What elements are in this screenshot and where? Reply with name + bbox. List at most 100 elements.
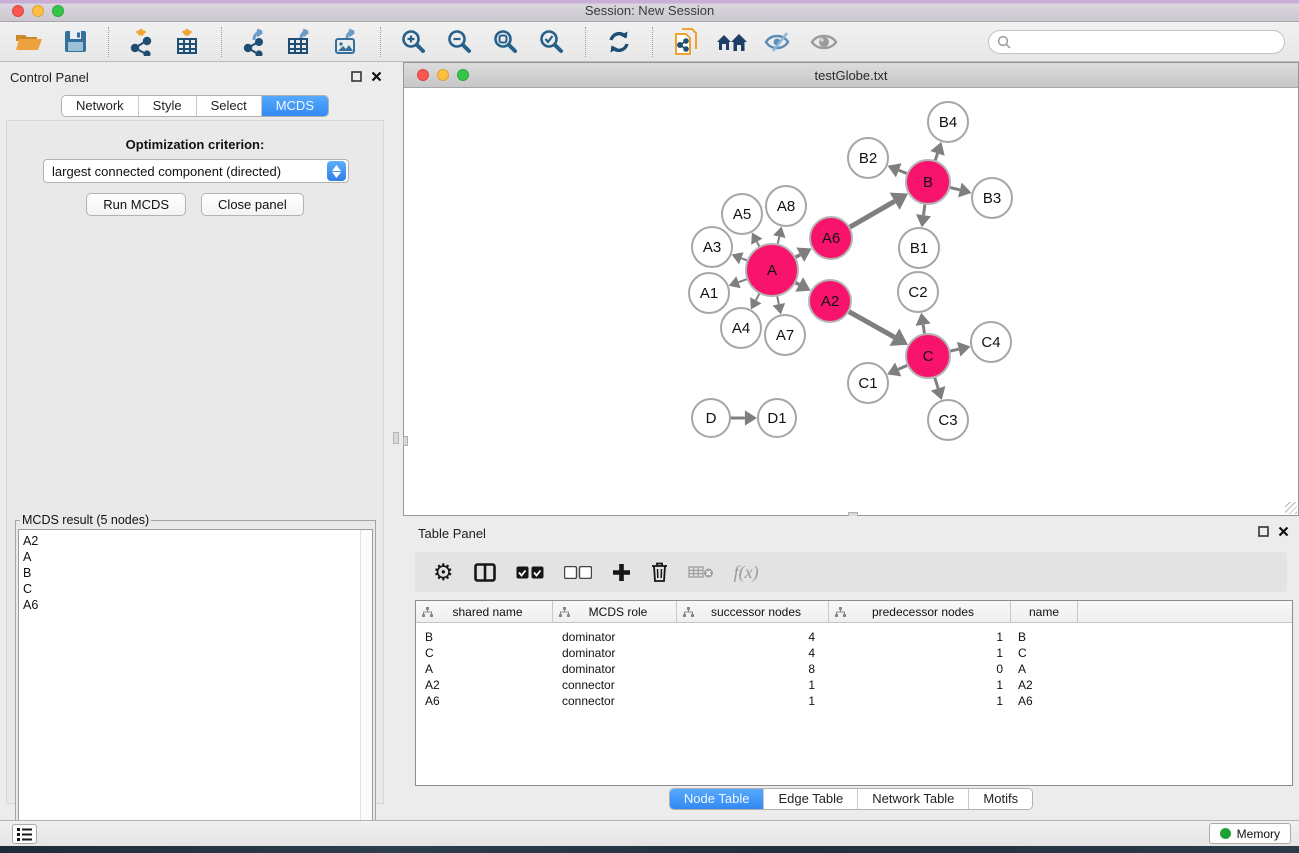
mcds-result-list[interactable]: A2ABCA6 <box>18 529 373 853</box>
graph-node-B3[interactable]: B3 <box>972 178 1012 218</box>
column-header-successor-nodes[interactable]: successor nodes <box>677 601 829 622</box>
column-header-predecessor-nodes[interactable]: predecessor nodes <box>829 601 1011 622</box>
run-mcds-button[interactable]: Run MCDS <box>86 193 186 216</box>
float-panel-icon[interactable] <box>351 71 362 82</box>
table-cell[interactable]: 8 <box>677 661 829 677</box>
splitter-grip[interactable] <box>393 432 399 444</box>
table-cell[interactable]: C <box>1011 645 1078 661</box>
zoom-in-button[interactable] <box>395 25 433 59</box>
graph-node-B4[interactable]: B4 <box>928 102 968 142</box>
tab-node-table[interactable]: Node Table <box>670 789 765 809</box>
graph-node-A6[interactable]: A6 <box>810 217 852 259</box>
tab-style[interactable]: Style <box>139 96 197 116</box>
graph-node-B[interactable]: B <box>906 160 950 204</box>
select-all-columns-button[interactable] <box>516 556 544 588</box>
graph-node-B2[interactable]: B2 <box>848 138 888 178</box>
graph-node-C2[interactable]: C2 <box>898 272 938 312</box>
table-cell[interactable]: 1 <box>829 629 1011 645</box>
graph-node-D[interactable]: D <box>692 399 730 437</box>
table-cell[interactable]: A2 <box>416 677 553 693</box>
zoom-selected-button[interactable] <box>533 25 571 59</box>
show-columns-button[interactable] <box>474 556 496 588</box>
graph-node-C4[interactable]: C4 <box>971 322 1011 362</box>
zoom-network-button[interactable] <box>457 69 469 81</box>
minimize-window-button[interactable] <box>32 5 44 17</box>
tab-network-table[interactable]: Network Table <box>858 789 969 809</box>
import-network-button[interactable] <box>123 25 161 59</box>
mcds-result-item[interactable]: A <box>23 549 372 565</box>
table-cell[interactable]: connector <box>553 677 677 693</box>
export-table-button[interactable] <box>282 25 320 59</box>
graph-node-C[interactable]: C <box>906 334 950 378</box>
graph-node-D1[interactable]: D1 <box>758 399 796 437</box>
table-row[interactable]: A6connector11A6 <box>416 693 1292 709</box>
mcds-result-item[interactable]: A2 <box>23 533 372 549</box>
table-cell[interactable]: dominator <box>553 645 677 661</box>
delete-column-button[interactable] <box>651 556 668 588</box>
export-network-button[interactable] <box>236 25 274 59</box>
table-cell[interactable]: 1 <box>677 693 829 709</box>
window-edge-grip[interactable] <box>403 436 408 446</box>
table-cell[interactable]: B <box>416 629 553 645</box>
table-cell[interactable]: B <box>1011 629 1078 645</box>
table-cell[interactable]: A6 <box>416 693 553 709</box>
table-cell[interactable]: A6 <box>1011 693 1078 709</box>
close-window-button[interactable] <box>12 5 24 17</box>
show-all-networks-button[interactable] <box>713 25 751 59</box>
delete-table-button[interactable] <box>688 556 714 588</box>
table-row[interactable]: Bdominator41B <box>416 629 1292 645</box>
zoom-fit-button[interactable] <box>487 25 525 59</box>
memory-button[interactable]: Memory <box>1209 823 1291 844</box>
table-cell[interactable]: connector <box>553 693 677 709</box>
table-cell[interactable]: 4 <box>677 645 829 661</box>
table-cell[interactable]: A <box>416 661 553 677</box>
column-header-shared-name[interactable]: shared name <box>416 601 553 622</box>
search-box[interactable] <box>988 30 1285 54</box>
graph-node-A5[interactable]: A5 <box>722 194 762 234</box>
open-session-button[interactable] <box>10 25 48 59</box>
tab-motifs[interactable]: Motifs <box>969 789 1032 809</box>
clone-network-button[interactable] <box>667 25 705 59</box>
network-canvas[interactable]: AA6A2BCA5A8A3A1A4A7B4B2B3B1C2C4C1C3DD1 <box>404 88 1298 515</box>
graph-node-A4[interactable]: A4 <box>721 308 761 348</box>
graph-node-A2[interactable]: A2 <box>809 280 851 322</box>
float-panel-icon[interactable] <box>1258 526 1269 537</box>
create-column-button[interactable] <box>612 556 631 588</box>
zoom-window-button[interactable] <box>52 5 64 17</box>
table-cell[interactable]: dominator <box>553 661 677 677</box>
graph-node-A[interactable]: A <box>746 244 798 296</box>
table-row[interactable]: A2connector11A2 <box>416 677 1292 693</box>
table-cell[interactable]: 4 <box>677 629 829 645</box>
table-cell[interactable]: 1 <box>829 645 1011 661</box>
graph-node-A1[interactable]: A1 <box>689 273 729 313</box>
graph-node-A3[interactable]: A3 <box>692 227 732 267</box>
import-table-button[interactable] <box>169 25 207 59</box>
zoom-out-button[interactable] <box>441 25 479 59</box>
graph-edge-A2-C[interactable] <box>847 311 894 337</box>
tab-select[interactable]: Select <box>197 96 262 116</box>
network-window-titlebar[interactable]: testGlobe.txt <box>404 63 1298 88</box>
table-row[interactable]: Cdominator41C <box>416 645 1292 661</box>
panel-splitter[interactable] <box>390 62 403 820</box>
tab-network[interactable]: Network <box>62 96 139 116</box>
criterion-select[interactable]: largest connected component (directed) <box>43 159 349 183</box>
table-options-button[interactable]: ⚙ <box>433 556 454 588</box>
table-row[interactable]: Adominator80A <box>416 661 1292 677</box>
tab-edge-table[interactable]: Edge Table <box>764 789 858 809</box>
graph-node-A8[interactable]: A8 <box>766 186 806 226</box>
minimize-network-button[interactable] <box>437 69 449 81</box>
unselect-all-columns-button[interactable] <box>564 556 592 588</box>
main-titlebar[interactable]: Session: New Session <box>0 0 1299 22</box>
export-image-button[interactable] <box>328 25 366 59</box>
table-cell[interactable]: C <box>416 645 553 661</box>
column-header-mcds-role[interactable]: MCDS role <box>553 601 677 622</box>
refresh-button[interactable] <box>600 25 638 59</box>
graph-node-B1[interactable]: B1 <box>899 228 939 268</box>
search-input[interactable] <box>1011 35 1276 49</box>
close-panel-icon[interactable] <box>371 71 382 82</box>
close-network-button[interactable] <box>417 69 429 81</box>
tab-mcds[interactable]: MCDS <box>262 96 328 116</box>
table-cell[interactable]: 0 <box>829 661 1011 677</box>
graph-node-A7[interactable]: A7 <box>765 315 805 355</box>
table-cell[interactable]: A2 <box>1011 677 1078 693</box>
